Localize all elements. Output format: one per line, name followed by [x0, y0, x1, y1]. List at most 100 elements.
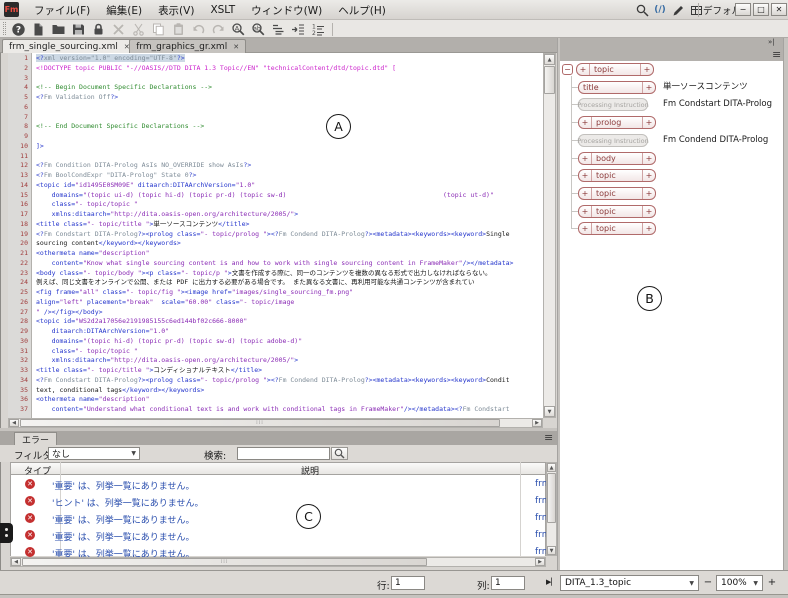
collapse-panel-icon[interactable]: »| [768, 38, 775, 47]
author-view-pen-icon[interactable] [670, 2, 686, 18]
minimize-button[interactable]: − [735, 3, 751, 16]
open-folder-icon[interactable] [50, 22, 67, 37]
numbered-list-icon[interactable]: 12 [310, 22, 327, 37]
code-line[interactable]: ditaarch:DITAArchVersion="1.0" [36, 327, 542, 337]
search-icon[interactable] [634, 2, 650, 18]
code-line[interactable]: <?Fm Condition DITA-Prolog AsIs NO_OVERR… [36, 161, 542, 171]
menu-item-4[interactable]: ウィンドウ(W) [243, 3, 330, 18]
expand-plus-icon[interactable]: + [640, 64, 653, 75]
code-line[interactable] [36, 152, 542, 162]
code-line[interactable]: <topic id="id1495E0SM09E" ditaarch:DITAA… [36, 181, 542, 191]
code-line[interactable]: xmlns:ditaarch="http://dita.oasis-open.o… [36, 356, 542, 366]
editor-hscroll-thumb[interactable]: ⁞⁞⁞ [20, 419, 500, 427]
error-horizontal-scrollbar[interactable]: ◀ ⁞⁞⁞ ▶ [10, 557, 546, 567]
tab-close-icon[interactable]: ✕ [233, 43, 239, 51]
code-line[interactable]: content="Understand what conditional tex… [36, 405, 542, 415]
code-line[interactable]: <topic id="WS2d2a17056e2191985155c6ed144… [36, 317, 542, 327]
panel-grip-handle[interactable] [0, 523, 13, 543]
error-hscroll-thumb[interactable]: ⁞⁞⁞ [22, 558, 427, 566]
code-line[interactable]: align="left" placement="break" scale="60… [36, 298, 542, 308]
code-line[interactable]: <?Fm Condstart DITA-Prolog?><prolog clas… [36, 230, 542, 240]
filter-dropdown[interactable]: なし ▼ [48, 447, 140, 460]
code-line[interactable]: xmlns:ditaarch="http://dita.oasis-open.o… [36, 210, 542, 220]
error-search-input[interactable] [237, 447, 330, 460]
tab-errors[interactable]: エラー [14, 432, 57, 445]
tree-node-processing-instruction[interactable]: Processing Instruction [578, 134, 648, 147]
maximize-button[interactable]: □ [753, 3, 769, 16]
error-row[interactable]: ✕'重要' は、列挙一覧にありません。frm [11, 476, 545, 493]
editor-vscroll-thumb[interactable] [544, 66, 555, 94]
tree-node-topic[interactable]: +topic+ [578, 205, 656, 218]
code-editor[interactable]: <?xml version="1.0" encoding="UTF-8"?><!… [36, 54, 542, 417]
menu-item-1[interactable]: 編集(E) [98, 3, 150, 18]
scroll-down-arrow[interactable]: ▼ [544, 406, 555, 417]
expand-plus-icon[interactable]: + [577, 64, 590, 75]
code-line[interactable]: ]> [36, 142, 542, 152]
code-line[interactable]: <?Fm BoolCondExpr "DITA-Prolog" State 0?… [36, 171, 542, 181]
code-line[interactable]: <?Fm Validation Off?> [36, 93, 542, 103]
expand-plus-icon[interactable]: + [579, 206, 592, 217]
scroll-up-arrow[interactable]: ▲ [547, 463, 556, 472]
search-button[interactable] [331, 447, 348, 460]
code-line[interactable]: domains="(topic ui-d) (topic hi-d) (topi… [36, 191, 542, 201]
error-panel-menu-icon[interactable]: ≡ [544, 433, 553, 443]
new-document-icon[interactable] [30, 22, 47, 37]
goto-end-icon[interactable]: ▶▏ [546, 578, 557, 586]
code-line[interactable]: <fig frame="all" class="- topic/fig "><i… [36, 288, 542, 298]
expand-plus-icon[interactable]: + [579, 117, 592, 128]
code-line[interactable]: text, conditional tags</keyword></keywor… [36, 386, 542, 396]
code-line[interactable]: <title class="- topic/title ">コンディショナルテキ… [36, 366, 542, 376]
scroll-up-arrow[interactable]: ▲ [544, 54, 555, 65]
code-line[interactable] [36, 103, 542, 113]
code-line[interactable]: class="- topic/topic " [36, 200, 542, 210]
editor-vertical-scrollbar[interactable]: ▲ ▼ [543, 53, 556, 418]
code-line[interactable]: sourcing content</keyword></keywords> [36, 239, 542, 249]
help-icon[interactable]: ? [10, 22, 27, 37]
code-line[interactable]: <title class="- topic/title ">単一ソースコンテンツ… [36, 220, 542, 230]
scroll-left-arrow[interactable]: ◀ [11, 558, 21, 566]
tree-node-title[interactable]: title+ [578, 81, 656, 94]
document-tab-1[interactable]: frm_graphics_gr.xml✕ [129, 39, 246, 53]
menu-item-0[interactable]: ファイル(F) [26, 3, 98, 18]
code-line[interactable]: <!DOCTYPE topic PUBLIC "-//OASIS//DTD DI… [36, 64, 542, 74]
editor-horizontal-scrollbar[interactable]: ◀ ⁞⁞⁞ ▶ [8, 418, 543, 428]
expand-plus-icon[interactable]: + [579, 223, 592, 234]
tree-node-topic[interactable]: +topic+ [578, 187, 656, 200]
code-line[interactable]: 例えば、同じ文書をオンラインで公開、または PDF に出力する必要がある場合です… [36, 278, 542, 288]
code-line[interactable] [36, 74, 542, 84]
code-line[interactable]: domains="(topic hi-d) (topic pr-d) (topi… [36, 337, 542, 347]
scroll-right-arrow[interactable]: ▶ [535, 558, 545, 566]
application-dropdown[interactable]: DITA_1.3_topic ▼ [560, 575, 699, 591]
expand-plus-icon[interactable]: + [642, 223, 655, 234]
code-line[interactable]: <!-- End Document Specific Declarations … [36, 122, 542, 132]
error-vscroll-thumb[interactable] [547, 473, 556, 523]
tree-node-topic[interactable]: +topic+ [576, 63, 654, 76]
column-number-field[interactable]: 1 [491, 576, 525, 590]
expand-plus-icon[interactable]: + [642, 153, 655, 164]
expand-plus-icon[interactable]: + [642, 188, 655, 199]
lock-icon[interactable] [90, 22, 107, 37]
code-line[interactable]: <!-- Begin Document Specific Declaration… [36, 83, 542, 93]
code-line[interactable]: <?xml version="1.0" encoding="UTF-8"?> [36, 54, 542, 64]
code-line[interactable]: <othermeta name="description" [36, 249, 542, 259]
error-row[interactable]: ✕'ヒント' は、列挙一覧にありません。frm [11, 493, 545, 510]
form-view-icon[interactable] [688, 2, 704, 18]
find-icon[interactable]: A [230, 22, 247, 37]
code-line[interactable]: <body class="- topic/body "><p class="- … [36, 269, 542, 279]
goto-line-icon[interactable] [290, 22, 307, 37]
scroll-down-arrow[interactable]: ▼ [547, 546, 556, 555]
outline-view-icon[interactable] [270, 22, 287, 37]
zoom-in-button[interactable]: + [766, 576, 778, 590]
line-number-field[interactable]: 1 [391, 576, 425, 590]
code-view-icon[interactable]: (/) [652, 2, 668, 18]
tree-node-topic[interactable]: +topic+ [578, 222, 656, 235]
menu-item-3[interactable]: XSLT [202, 4, 243, 16]
code-line[interactable]: " /></fig></body> [36, 308, 542, 318]
code-line[interactable] [36, 113, 542, 123]
close-button[interactable]: ✕ [771, 3, 787, 16]
code-line[interactable]: class="- topic/topic " [36, 347, 542, 357]
menu-item-5[interactable]: ヘルプ(H) [330, 3, 394, 18]
error-row[interactable]: ✕'重要' は、列挙一覧にありません。frm [11, 510, 545, 527]
tree-node-topic[interactable]: +topic+ [578, 169, 656, 182]
find-replace-icon[interactable]: ab [250, 22, 267, 37]
